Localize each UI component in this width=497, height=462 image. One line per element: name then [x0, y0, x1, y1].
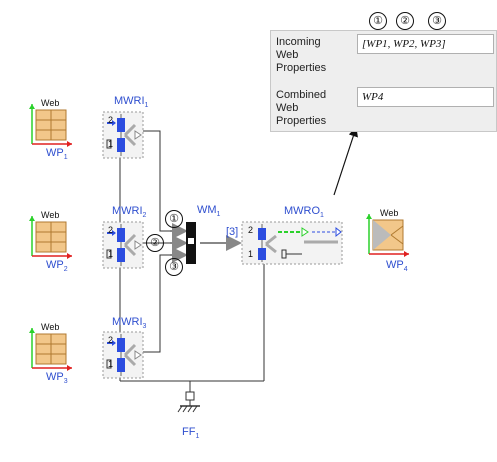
output-block-mwro1[interactable]: [241, 221, 343, 265]
source-wp2-name: WP2: [46, 259, 68, 273]
sink-wp4[interactable]: [366, 214, 409, 257]
source-wp3-label: Web: [41, 322, 60, 332]
input-mwri3-name-text: MWRI: [112, 316, 143, 328]
mwri3-port-1: 1: [108, 359, 114, 369]
incoming-properties-label: Incoming Web Properties: [276, 36, 327, 74]
output-mwro1-name: MWRO1: [284, 205, 324, 219]
merger-block[interactable]: [186, 222, 196, 264]
output-mwro1-name-text: MWRO: [284, 205, 321, 217]
source-wp2-name-text: WP: [46, 259, 64, 271]
sink-sub: 4: [403, 266, 408, 273]
mwri2-port-1: 1: [108, 249, 114, 259]
mwri2-port-2: 2: [108, 225, 114, 235]
mwri3-port-2: 2: [108, 335, 114, 345]
source-wp1-name-text: WP: [46, 147, 64, 159]
source-wp1-sub: 1: [63, 154, 68, 161]
combined-properties-label: Combined Web Properties: [276, 89, 327, 127]
merger-name-text: WM: [197, 204, 217, 216]
merger-name: WM1: [197, 204, 220, 218]
sink-name-text: WP: [386, 259, 404, 271]
source-wp3[interactable]: [28, 327, 73, 372]
input-mwri2-name: MWRI2: [112, 205, 146, 219]
source-wp2-label: Web: [41, 210, 60, 220]
source-wp3-name-text: WP: [46, 371, 64, 383]
input-mwri1-name: MWRI1: [114, 95, 148, 109]
output-mwro1-sub: 1: [320, 212, 324, 219]
input-mwri2-name-text: MWRI: [112, 205, 143, 217]
ground-name: FF1: [182, 426, 199, 440]
mwro1-port-1: 1: [248, 249, 254, 259]
merger-bus-label: [3]: [226, 226, 239, 238]
source-wp1[interactable]: [28, 103, 73, 148]
mwri1-port-2: 2: [108, 115, 114, 125]
mwri1-port-1: 1: [108, 139, 114, 149]
circled-three: ③: [165, 258, 183, 276]
source-wp2-sub: 2: [63, 266, 68, 273]
source-wp1-label: Web: [41, 98, 60, 108]
combined-properties-field[interactable]: WP4: [357, 87, 494, 107]
mwro1-port-2: 2: [248, 225, 254, 235]
callout-arrow: [333, 126, 358, 196]
header-circled-three: ③: [428, 12, 446, 30]
ground-name-text: FF: [182, 426, 196, 438]
properties-panel: Incoming Web Properties [WP1, WP2, WP3] …: [270, 30, 497, 132]
incoming-properties-field[interactable]: [WP1, WP2, WP3]: [357, 34, 494, 54]
circled-two: ②: [146, 234, 164, 252]
input-mwri2-sub: 2: [142, 212, 147, 219]
source-wp2[interactable]: [28, 215, 73, 260]
ground-ff1[interactable]: [177, 391, 200, 413]
input-mwri3-sub: 3: [142, 323, 147, 330]
input-mwri1-name-text: MWRI: [114, 95, 145, 107]
input-mwri1-sub: 1: [144, 102, 149, 109]
merger-sub: 1: [216, 211, 221, 218]
input-mwri3-name: MWRI3: [112, 316, 146, 330]
source-wp3-sub: 3: [63, 378, 68, 385]
circled-one: ①: [165, 210, 183, 228]
header-circled-one: ①: [369, 12, 387, 30]
ground-sub: 1: [195, 433, 200, 440]
sink-name: WP4: [386, 259, 408, 273]
header-circled-two: ②: [396, 12, 414, 30]
source-wp1-name: WP1: [46, 147, 68, 161]
sink-label: Web: [380, 208, 399, 218]
source-wp3-name: WP3: [46, 371, 68, 385]
